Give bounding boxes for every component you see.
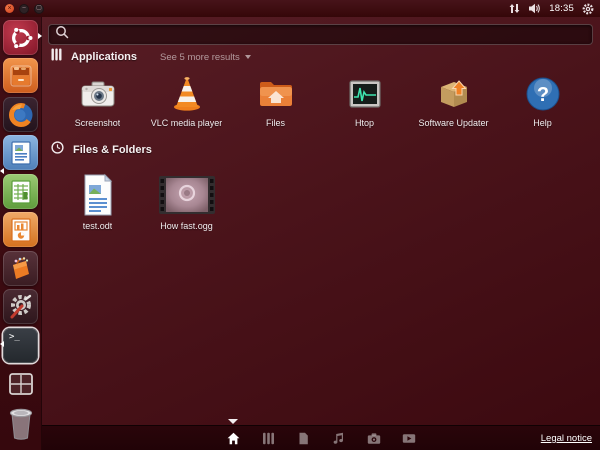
applications-lens-icon [51, 48, 62, 66]
app-result-files[interactable]: Files [231, 74, 320, 128]
video-filmstrip-icon [157, 173, 217, 217]
lens-bar [42, 419, 600, 450]
session-gear-icon[interactable] [582, 3, 594, 15]
lens-photos-icon[interactable] [367, 432, 381, 445]
file-result-testodt[interactable]: test.odt [53, 173, 142, 231]
app-label: Software Updater [418, 118, 489, 128]
app-label: Help [533, 118, 552, 128]
running-arrow-icon [0, 341, 4, 347]
section-title: Applications [71, 51, 138, 63]
file-label: test.odt [82, 221, 113, 231]
htop-monitor-icon [345, 74, 385, 114]
terminal-prompt: >_ [9, 332, 20, 342]
lens-applications-icon[interactable] [262, 432, 275, 445]
maximize-button[interactable]: ▢ [34, 3, 44, 14]
svg-text:?: ? [536, 84, 548, 106]
active-lens-indicator-icon [228, 419, 238, 424]
search-input[interactable] [69, 28, 592, 41]
file-result-howfastogg[interactable]: How fast.ogg [142, 173, 231, 231]
app-label: Screenshot [74, 118, 121, 128]
ubuntu-dash-icon[interactable] [3, 20, 38, 55]
files-drawer-icon[interactable] [3, 58, 38, 93]
network-arrows-icon[interactable] [509, 3, 520, 14]
lens-files-icon[interactable] [297, 432, 310, 445]
files-grid: test.odt How fast.ogg [53, 173, 231, 231]
libreoffice-calc-icon[interactable] [3, 174, 38, 209]
top-panel: × – ▢ 18:35 [0, 0, 600, 17]
app-result-help[interactable]: ? Help [498, 74, 587, 128]
writer-document-icon [78, 173, 118, 217]
lens-home-icon[interactable] [227, 432, 240, 445]
software-center-icon[interactable] [3, 251, 38, 286]
search-icon [55, 25, 69, 44]
home-folder-icon [256, 74, 296, 114]
legal-notice-link[interactable]: Legal notice [541, 433, 592, 444]
app-result-software-updater[interactable]: Software Updater [409, 74, 498, 128]
close-button[interactable]: × [5, 4, 14, 13]
updater-box-icon [434, 74, 474, 114]
lens-video-icon[interactable] [402, 432, 416, 445]
app-label: Files [265, 118, 285, 128]
window-controls: × – ▢ [0, 3, 44, 14]
app-result-screenshot[interactable]: Screenshot [53, 74, 142, 128]
applications-grid: Screenshot VLC media player Files Htop S… [53, 74, 587, 128]
focused-arrow-icon [38, 33, 42, 39]
camera-app-icon [78, 74, 118, 114]
help-question-icon: ? [523, 74, 563, 114]
volume-icon[interactable] [528, 3, 541, 14]
running-arrow-icon [0, 168, 4, 174]
libreoffice-writer-icon[interactable] [3, 135, 38, 170]
terminal-icon[interactable]: >_ [3, 328, 38, 363]
dash-overlay: Applications See 5 more results Screensh… [42, 17, 600, 450]
chevron-down-icon [244, 55, 251, 59]
app-label: VLC media player [150, 118, 223, 128]
vlc-cone-icon [167, 74, 207, 114]
firefox-icon[interactable] [3, 97, 38, 132]
system-tray: 18:35 [509, 3, 600, 15]
app-label: Htop [354, 118, 374, 128]
system-settings-icon[interactable] [3, 289, 38, 324]
minimize-button[interactable]: – [19, 3, 29, 14]
launcher: >_ [0, 17, 42, 450]
file-label: How fast.ogg [160, 221, 213, 231]
files-folders-section-header: Files & Folders [51, 141, 152, 159]
app-result-vlc[interactable]: VLC media player [142, 74, 231, 128]
see-more-results-expander[interactable]: See 5 more results [160, 52, 251, 63]
app-result-htop[interactable]: Htop [320, 74, 409, 128]
section-title: Files & Folders [73, 144, 152, 156]
clock-indicator[interactable]: 18:35 [549, 3, 574, 14]
search-bar [48, 24, 593, 45]
libreoffice-impress-icon[interactable] [3, 212, 38, 247]
workspace-switcher-icon[interactable] [3, 366, 38, 401]
recent-clock-icon [51, 141, 64, 159]
expander-label: See 5 more results [160, 51, 240, 63]
trash-icon[interactable] [3, 406, 38, 441]
applications-section-header: Applications See 5 more results [51, 48, 251, 66]
lens-music-icon[interactable] [332, 432, 345, 445]
